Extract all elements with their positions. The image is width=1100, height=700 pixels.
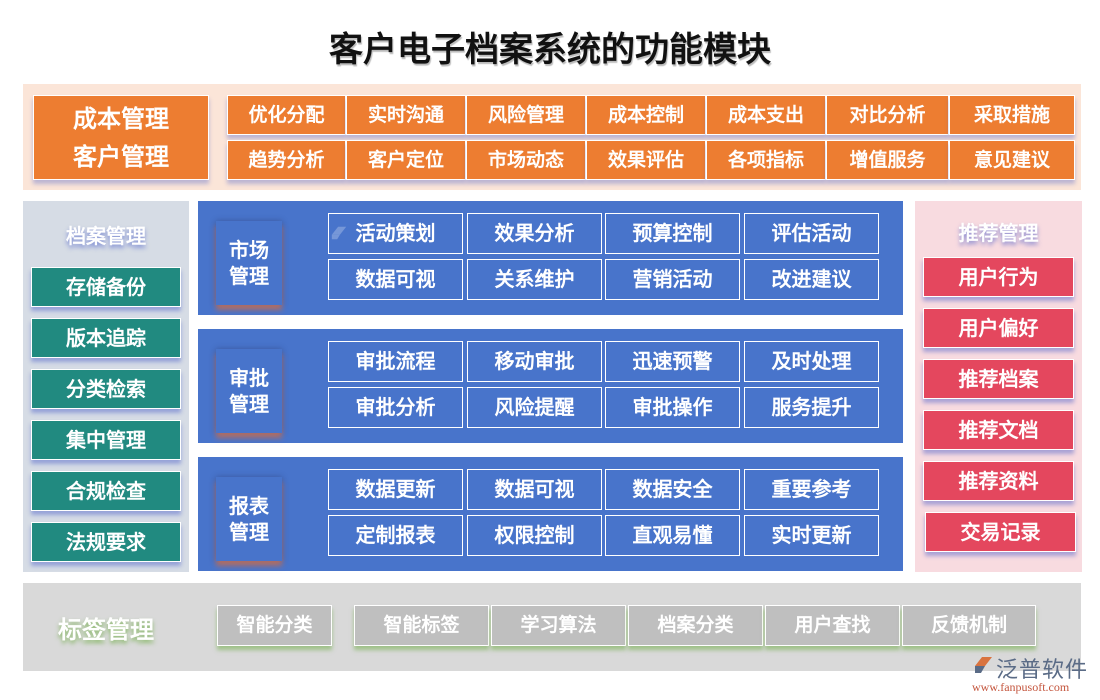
center-module-item: 改进建议 bbox=[744, 259, 879, 300]
top-module-item: 效果评估 bbox=[586, 140, 706, 180]
top-module-item: 实时沟通 bbox=[346, 95, 466, 135]
archive-item: 集中管理 bbox=[31, 420, 181, 460]
center-module-item: 数据可视 bbox=[328, 259, 463, 300]
top-module-item: 优化分配 bbox=[227, 95, 346, 135]
center-module-item: 审批流程 bbox=[328, 341, 463, 382]
center-module-item: 风险提醒 bbox=[467, 387, 602, 428]
page-title: 客户电子档案系统的功能模块 bbox=[329, 30, 771, 70]
center-module-label: 报表 管理 bbox=[216, 477, 282, 561]
top-module-item: 趋势分析 bbox=[227, 140, 346, 180]
center-module-item: 效果分析 bbox=[467, 213, 602, 254]
top-main-line-2: 客户管理 bbox=[73, 143, 169, 171]
fanpu-logo: 泛普软件 www.fanpusoft.com bbox=[972, 652, 1092, 696]
recommendation-item: 用户行为 bbox=[923, 257, 1074, 297]
center-module-item: 迅速预警 bbox=[605, 341, 740, 382]
tag-item: 用户查找 bbox=[765, 605, 900, 646]
center-module-item: 定制报表 bbox=[328, 515, 463, 556]
center-module-item: 重要参考 bbox=[744, 469, 879, 510]
center-module-label-line: 管理 bbox=[229, 264, 269, 288]
top-module-item: 采取措施 bbox=[949, 95, 1075, 135]
center-module-label-line: 报表 bbox=[229, 494, 269, 518]
center-module-label-line: 市场 bbox=[229, 238, 269, 262]
center-module-label-line: 管理 bbox=[229, 392, 269, 416]
top-module-item: 客户定位 bbox=[346, 140, 466, 180]
center-module-item: 实时更新 bbox=[744, 515, 879, 556]
center-module-item: 数据更新 bbox=[328, 469, 463, 510]
center-module-item: 审批操作 bbox=[605, 387, 740, 428]
top-module-item: 成本控制 bbox=[586, 95, 706, 135]
recommendation-management-title: 推荐管理 bbox=[958, 221, 1039, 245]
archive-item: 分类检索 bbox=[31, 369, 181, 409]
center-module-item: 关系维护 bbox=[467, 259, 602, 300]
top-module-item: 风险管理 bbox=[466, 95, 586, 135]
tag-item: 智能标签 bbox=[354, 605, 489, 646]
center-module-item: 直观易懂 bbox=[605, 515, 740, 556]
center-module-item: 服务提升 bbox=[744, 387, 879, 428]
recommendation-item: 推荐档案 bbox=[923, 359, 1074, 399]
recommendation-item: 交易记录 bbox=[925, 512, 1076, 552]
center-module-item: 审批分析 bbox=[328, 387, 463, 428]
tag-item: 反馈机制 bbox=[902, 605, 1036, 646]
center-module-item: 评估活动 bbox=[744, 213, 879, 254]
center-module-item: 移动审批 bbox=[467, 341, 602, 382]
center-module-label-line: 管理 bbox=[229, 520, 269, 544]
center-module-label-line: 审批 bbox=[229, 366, 269, 390]
top-module-item: 各项指标 bbox=[706, 140, 826, 180]
top-module-item: 市场动态 bbox=[466, 140, 586, 180]
logo-url: www.fanpusoft.com bbox=[972, 680, 1070, 694]
recommendation-item: 用户偏好 bbox=[923, 308, 1074, 348]
archive-item: 合规检查 bbox=[31, 471, 181, 511]
top-main-label: 成本管理 客户管理 bbox=[33, 95, 209, 180]
tag-item: 档案分类 bbox=[628, 605, 763, 646]
top-module-item: 意见建议 bbox=[949, 140, 1075, 180]
archive-item: 法规要求 bbox=[31, 522, 181, 562]
top-module-item: 对比分析 bbox=[826, 95, 949, 135]
recommendation-item: 推荐文档 bbox=[923, 410, 1074, 450]
tag-item: 智能分类 bbox=[217, 605, 332, 646]
center-module-item: 及时处理 bbox=[744, 341, 879, 382]
center-module-item: 数据可视 bbox=[467, 469, 602, 510]
fanpu-logo-icon bbox=[975, 657, 992, 673]
center-module-item: 数据安全 bbox=[605, 469, 740, 510]
tag-item: 学习算法 bbox=[491, 605, 626, 646]
tag-management-title: 标签管理 bbox=[58, 616, 154, 644]
archive-item: 存储备份 bbox=[31, 267, 181, 307]
top-module-item: 成本支出 bbox=[706, 95, 826, 135]
archive-management-title: 档案管理 bbox=[66, 224, 146, 248]
center-module-item: 权限控制 bbox=[467, 515, 602, 556]
center-module-label: 审批 管理 bbox=[216, 349, 282, 433]
watermark-logo-icon bbox=[331, 226, 347, 240]
center-module-item: 预算控制 bbox=[605, 213, 740, 254]
top-module-item: 增值服务 bbox=[826, 140, 949, 180]
recommendation-item: 推荐资料 bbox=[923, 461, 1074, 501]
archive-item: 版本追踪 bbox=[31, 318, 181, 358]
center-module-label: 市场 管理 bbox=[216, 221, 282, 305]
center-module-item: 营销活动 bbox=[605, 259, 740, 300]
center-module-item: 活动策划 bbox=[328, 213, 463, 254]
top-main-line-1: 成本管理 bbox=[73, 105, 169, 133]
